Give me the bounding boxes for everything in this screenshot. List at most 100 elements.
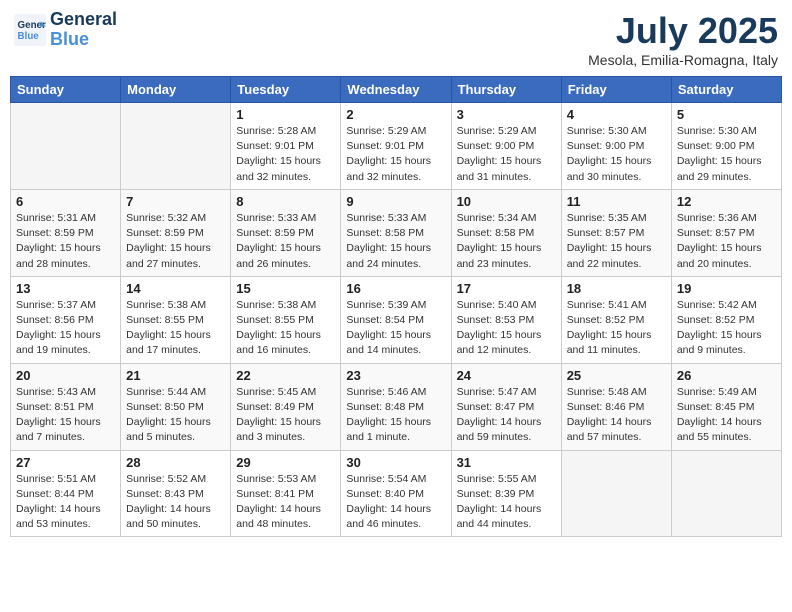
calendar-cell: 28 Sunrise: 5:52 AMSunset: 8:43 PMDayligh… (121, 450, 231, 537)
calendar-cell: 27 Sunrise: 5:51 AMSunset: 8:44 PMDayligh… (11, 450, 121, 537)
day-info: Sunrise: 5:28 AMSunset: 9:01 PMDaylight:… (236, 124, 335, 185)
calendar-cell (561, 450, 671, 537)
calendar-cell: 13 Sunrise: 5:37 AMSunset: 8:56 PMDayligh… (11, 276, 121, 363)
day-info: Sunrise: 5:29 AMSunset: 9:01 PMDaylight:… (346, 124, 445, 185)
day-number: 27 (16, 455, 115, 470)
day-number: 4 (567, 107, 666, 122)
calendar-cell: 2 Sunrise: 5:29 AMSunset: 9:01 PMDaylight… (341, 103, 451, 190)
day-info: Sunrise: 5:49 AMSunset: 8:45 PMDaylight:… (677, 385, 776, 446)
day-number: 9 (346, 194, 445, 209)
logo-text: GeneralBlue (50, 10, 117, 50)
logo-icon: General Blue (14, 14, 46, 46)
calendar-table: SundayMondayTuesdayWednesdayThursdayFrid… (10, 76, 782, 537)
day-info: Sunrise: 5:43 AMSunset: 8:51 PMDaylight:… (16, 385, 115, 446)
weekday-header-friday: Friday (561, 77, 671, 103)
calendar-cell: 4Sunrise: 5:30 AMSunset: 9:00 PMDaylight… (561, 103, 671, 190)
calendar-cell: 30Sunrise: 5:54 AMSunset: 8:40 PMDayligh… (341, 450, 451, 537)
day-info: Sunrise: 5:35 AMSunset: 8:57 PMDaylight:… (567, 211, 666, 272)
calendar-cell: 22 Sunrise: 5:45 AMSunset: 8:49 PMDayligh… (231, 363, 341, 450)
calendar-cell: 11 Sunrise: 5:35 AMSunset: 8:57 PMDayligh… (561, 189, 671, 276)
day-number: 12 (677, 194, 776, 209)
day-info: Sunrise: 5:29 AMSunset: 9:00 PMDaylight:… (457, 124, 556, 185)
day-number: 21 (126, 368, 225, 383)
day-number: 2 (346, 107, 445, 122)
day-info: Sunrise: 5:30 AMSunset: 9:00 PMDaylight:… (677, 124, 776, 185)
calendar-cell: 31 Sunrise: 5:55 AMSunset: 8:39 PMDayligh… (451, 450, 561, 537)
calendar-cell: 5 Sunrise: 5:30 AMSunset: 9:00 PMDaylight… (671, 103, 781, 190)
day-info: Sunrise: 5:52 AMSunset: 8:43 PMDaylight:… (126, 472, 225, 533)
day-info: Sunrise: 5:55 AMSunset: 8:39 PMDaylight:… (457, 472, 556, 533)
calendar-cell: 6 Sunrise: 5:31 AMSunset: 8:59 PMDaylight… (11, 189, 121, 276)
day-number: 15 (236, 281, 335, 296)
day-number: 23 (346, 368, 445, 383)
day-number: 6 (16, 194, 115, 209)
day-number: 1 (236, 107, 335, 122)
day-info: Sunrise: 5:36 AMSunset: 8:57 PMDaylight:… (677, 211, 776, 272)
calendar-cell: 1 Sunrise: 5:28 AMSunset: 9:01 PMDaylight… (231, 103, 341, 190)
calendar-cell: 24 Sunrise: 5:47 AMSunset: 8:47 PMDayligh… (451, 363, 561, 450)
day-info: Sunrise: 5:47 AMSunset: 8:47 PMDaylight:… (457, 385, 556, 446)
calendar-cell: 3 Sunrise: 5:29 AMSunset: 9:00 PMDaylight… (451, 103, 561, 190)
day-number: 11 (567, 194, 666, 209)
calendar-cell (671, 450, 781, 537)
calendar-cell: 25 Sunrise: 5:48 AMSunset: 8:46 PMDayligh… (561, 363, 671, 450)
day-info: Sunrise: 5:41 AMSunset: 8:52 PMDaylight:… (567, 298, 666, 359)
calendar-cell: 8Sunrise: 5:33 AMSunset: 8:59 PMDaylight… (231, 189, 341, 276)
day-info: Sunrise: 5:33 AMSunset: 8:58 PMDaylight:… (346, 211, 445, 272)
day-number: 25 (567, 368, 666, 383)
day-info: Sunrise: 5:39 AMSunset: 8:54 PMDaylight:… (346, 298, 445, 359)
day-info: Sunrise: 5:42 AMSunset: 8:52 PMDaylight:… (677, 298, 776, 359)
weekday-header-thursday: Thursday (451, 77, 561, 103)
day-info: Sunrise: 5:51 AMSunset: 8:44 PMDaylight:… (16, 472, 115, 533)
calendar-week-row: 27 Sunrise: 5:51 AMSunset: 8:44 PMDayligh… (11, 450, 782, 537)
weekday-header-row: SundayMondayTuesdayWednesdayThursdayFrid… (11, 77, 782, 103)
day-number: 17 (457, 281, 556, 296)
day-number: 29 (236, 455, 335, 470)
day-number: 16 (346, 281, 445, 296)
calendar-cell: 7Sunrise: 5:32 AMSunset: 8:59 PMDaylight… (121, 189, 231, 276)
calendar-cell: 18Sunrise: 5:41 AMSunset: 8:52 PMDayligh… (561, 276, 671, 363)
calendar-week-row: 13 Sunrise: 5:37 AMSunset: 8:56 PMDayligh… (11, 276, 782, 363)
day-number: 3 (457, 107, 556, 122)
calendar-cell: 14Sunrise: 5:38 AMSunset: 8:55 PMDayligh… (121, 276, 231, 363)
day-info: Sunrise: 5:31 AMSunset: 8:59 PMDaylight:… (16, 211, 115, 272)
day-number: 20 (16, 368, 115, 383)
day-info: Sunrise: 5:44 AMSunset: 8:50 PMDaylight:… (126, 385, 225, 446)
day-number: 22 (236, 368, 335, 383)
day-info: Sunrise: 5:38 AMSunset: 8:55 PMDaylight:… (236, 298, 335, 359)
weekday-header-wednesday: Wednesday (341, 77, 451, 103)
calendar-cell: 17Sunrise: 5:40 AMSunset: 8:53 PMDayligh… (451, 276, 561, 363)
day-number: 30 (346, 455, 445, 470)
day-info: Sunrise: 5:46 AMSunset: 8:48 PMDaylight:… (346, 385, 445, 446)
title-block: July 2025 Mesola, Emilia-Romagna, Italy (588, 10, 778, 68)
weekday-header-tuesday: Tuesday (231, 77, 341, 103)
weekday-header-sunday: Sunday (11, 77, 121, 103)
day-info: Sunrise: 5:38 AMSunset: 8:55 PMDaylight:… (126, 298, 225, 359)
day-number: 19 (677, 281, 776, 296)
calendar-week-row: 6 Sunrise: 5:31 AMSunset: 8:59 PMDaylight… (11, 189, 782, 276)
svg-text:Blue: Blue (18, 31, 40, 42)
logo: General Blue GeneralBlue (14, 10, 117, 50)
day-number: 10 (457, 194, 556, 209)
day-info: Sunrise: 5:34 AMSunset: 8:58 PMDaylight:… (457, 211, 556, 272)
calendar-week-row: 1 Sunrise: 5:28 AMSunset: 9:01 PMDaylight… (11, 103, 782, 190)
day-info: Sunrise: 5:45 AMSunset: 8:49 PMDaylight:… (236, 385, 335, 446)
day-info: Sunrise: 5:53 AMSunset: 8:41 PMDaylight:… (236, 472, 335, 533)
day-number: 24 (457, 368, 556, 383)
calendar-cell: 9 Sunrise: 5:33 AMSunset: 8:58 PMDaylight… (341, 189, 451, 276)
calendar-cell: 26Sunrise: 5:49 AMSunset: 8:45 PMDayligh… (671, 363, 781, 450)
weekday-header-saturday: Saturday (671, 77, 781, 103)
day-number: 13 (16, 281, 115, 296)
day-info: Sunrise: 5:37 AMSunset: 8:56 PMDaylight:… (16, 298, 115, 359)
calendar-week-row: 20 Sunrise: 5:43 AMSunset: 8:51 PMDayligh… (11, 363, 782, 450)
day-number: 5 (677, 107, 776, 122)
calendar-cell (121, 103, 231, 190)
calendar-cell: 19 Sunrise: 5:42 AMSunset: 8:52 PMDayligh… (671, 276, 781, 363)
day-info: Sunrise: 5:48 AMSunset: 8:46 PMDaylight:… (567, 385, 666, 446)
month-year: July 2025 (588, 10, 778, 52)
calendar-cell: 21 Sunrise: 5:44 AMSunset: 8:50 PMDayligh… (121, 363, 231, 450)
calendar-cell: 10 Sunrise: 5:34 AMSunset: 8:58 PMDayligh… (451, 189, 561, 276)
day-number: 28 (126, 455, 225, 470)
calendar-cell (11, 103, 121, 190)
day-number: 31 (457, 455, 556, 470)
